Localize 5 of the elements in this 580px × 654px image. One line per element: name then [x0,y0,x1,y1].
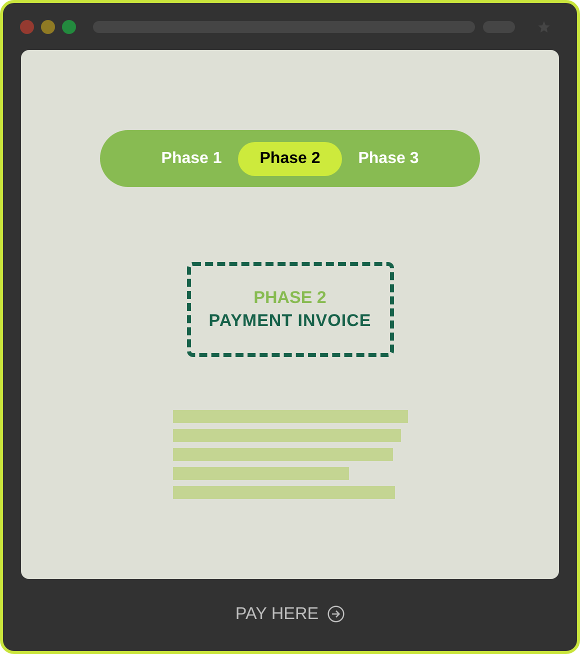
arrow-circle-icon [326,604,345,622]
phase-tab[interactable]: Phase 2 [238,142,342,176]
invoice-title: PAYMENT INVOICE [208,310,372,332]
pay-here-link[interactable]: PAY HERE [235,600,345,626]
phase-label: PHASE 2 [254,286,326,308]
